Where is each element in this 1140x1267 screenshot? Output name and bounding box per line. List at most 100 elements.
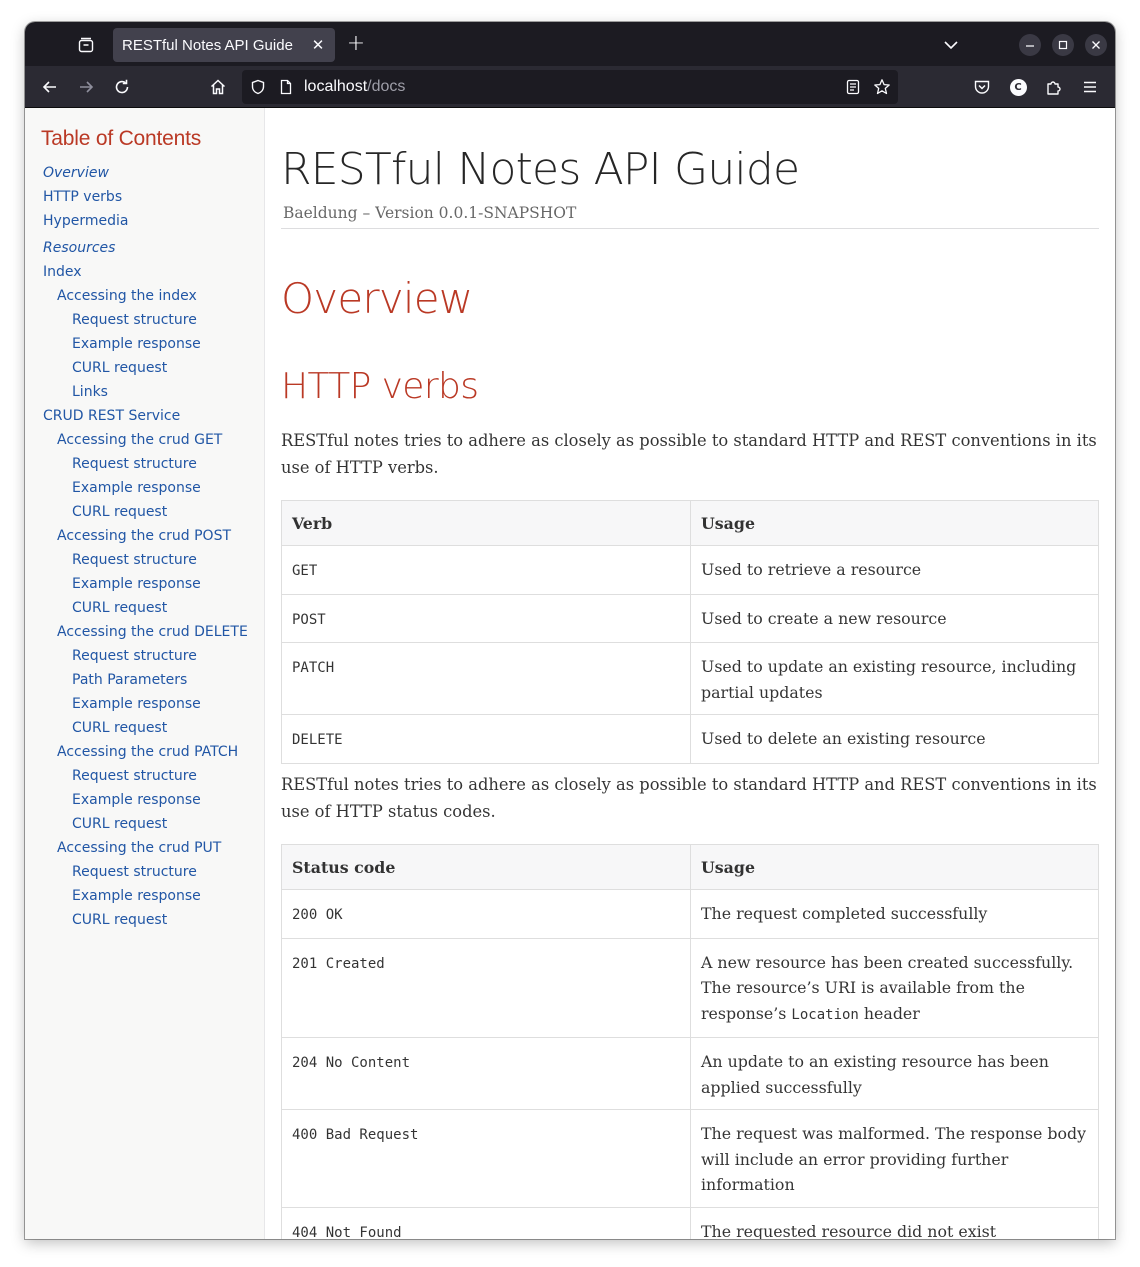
- account-button[interactable]: C: [1006, 75, 1030, 99]
- url-host: localhost: [304, 78, 368, 95]
- toc-link[interactable]: Example response: [72, 480, 201, 496]
- toc-link[interactable]: Example response: [72, 576, 201, 592]
- close-window-button[interactable]: [1085, 34, 1107, 56]
- verb-cell: GET: [281, 545, 691, 595]
- toc-link[interactable]: Resources: [43, 240, 115, 256]
- table-row: 404 Not Found The requested resource did…: [281, 1206, 1099, 1239]
- back-button[interactable]: [38, 75, 62, 99]
- toc-link[interactable]: Request structure: [72, 312, 197, 328]
- toc-link[interactable]: Accessing the crud PUT: [57, 840, 221, 856]
- usage-cell: An update to an existing resource has be…: [690, 1037, 1099, 1110]
- overview-heading: Overview: [281, 274, 473, 323]
- http-verbs-table: Verb Usage GET Used to retrieve a resour…: [281, 500, 1099, 764]
- toc-link[interactable]: Example response: [72, 336, 201, 352]
- verb-cell: DELETE: [281, 714, 691, 764]
- toc-link[interactable]: CRUD REST Service: [43, 408, 180, 424]
- home-button[interactable]: [206, 75, 230, 99]
- verbs-intro-paragraph: RESTful notes tries to adhere as closely…: [281, 431, 1097, 477]
- navigation-toolbar: localhost/docs C: [25, 66, 1115, 108]
- verb-cell: PATCH: [281, 642, 691, 715]
- toc-link[interactable]: Hypermedia: [43, 213, 128, 229]
- hamburger-menu-icon: [1084, 81, 1096, 93]
- table-header-row: Status code Usage: [281, 844, 1099, 890]
- toc-link[interactable]: Links: [72, 384, 108, 400]
- status-code-cell: 400 Bad Request: [281, 1109, 691, 1208]
- toc-link[interactable]: Request structure: [72, 648, 197, 664]
- menu-button[interactable]: [1078, 75, 1102, 99]
- pocket-icon: [974, 80, 990, 94]
- firefox-view-button[interactable]: [75, 34, 97, 56]
- status-code-cell: 200 OK: [281, 889, 691, 939]
- new-tab-button[interactable]: +: [345, 33, 367, 56]
- usage-cell: Used to create a new resource: [690, 593, 1099, 643]
- list-all-tabs-button[interactable]: [941, 35, 961, 55]
- toc-link[interactable]: Example response: [72, 696, 201, 712]
- toc-link[interactable]: CURL request: [72, 504, 167, 520]
- header-divider: [281, 228, 1099, 229]
- http-verbs-heading: HTTP verbs: [281, 366, 479, 407]
- reload-button[interactable]: [110, 75, 134, 99]
- toc-link[interactable]: CURL request: [72, 360, 167, 376]
- toc-link[interactable]: Request structure: [72, 768, 197, 784]
- status-intro-paragraph: RESTful notes tries to adhere as closely…: [281, 775, 1097, 821]
- toc-link[interactable]: Accessing the crud DELETE: [57, 624, 248, 640]
- table-header-row: Verb Usage: [281, 500, 1099, 546]
- toc-link[interactable]: Example response: [72, 888, 201, 904]
- usage-column-header: Usage: [690, 500, 1099, 546]
- avatar-initial: C: [1014, 81, 1022, 93]
- toc-link[interactable]: Example response: [72, 792, 201, 808]
- tab-strip: RESTful Notes API Guide ✕ +: [25, 22, 1115, 66]
- toc-link[interactable]: Index: [43, 264, 82, 280]
- toc-link[interactable]: Overview: [43, 165, 109, 181]
- tab-close-icon[interactable]: ✕: [309, 36, 327, 54]
- table-row: 201 Created A new resource has been crea…: [281, 937, 1099, 1038]
- reader-view-icon[interactable]: [845, 79, 861, 95]
- maximize-button[interactable]: [1052, 34, 1074, 56]
- table-of-contents: Table of Contents Overview HTTP verbs Hype…: [25, 108, 265, 1239]
- toc-link[interactable]: CURL request: [72, 720, 167, 736]
- verb-cell: POST: [281, 593, 691, 643]
- document-details: Baeldung – Version 0.0.1-SNAPSHOT: [283, 204, 577, 222]
- toc-link[interactable]: HTTP verbs: [43, 189, 122, 205]
- url-path: /docs: [367, 78, 406, 95]
- table-row: PATCH Used to update an existing resourc…: [281, 642, 1099, 715]
- arrow-right-icon: [80, 81, 94, 93]
- status-code-column-header: Status code: [281, 844, 691, 890]
- toc-link[interactable]: Accessing the crud GET: [57, 432, 222, 448]
- toc-link[interactable]: Request structure: [72, 552, 197, 568]
- close-icon: [1092, 41, 1100, 49]
- usage-cell: Used to delete an existing resource: [690, 714, 1099, 764]
- usage-cell: A new resource has been created successf…: [690, 937, 1099, 1038]
- toc-link[interactable]: Request structure: [72, 864, 197, 880]
- bookmark-star-icon[interactable]: [873, 78, 891, 96]
- reload-icon: [115, 79, 129, 94]
- page-icon: [280, 79, 292, 95]
- toc-link[interactable]: CURL request: [72, 600, 167, 616]
- toc-link[interactable]: CURL request: [72, 816, 167, 832]
- forward-button[interactable]: [74, 75, 98, 99]
- url-bar[interactable]: localhost/docs: [242, 70, 898, 104]
- usage-cell: Used to retrieve a resource: [690, 545, 1099, 595]
- toc-link[interactable]: Accessing the index: [57, 288, 197, 304]
- toc-link[interactable]: CURL request: [72, 912, 167, 928]
- avatar: C: [1009, 78, 1027, 96]
- minimize-button[interactable]: [1019, 34, 1041, 56]
- usage-cell: The requested resource did not exist: [690, 1206, 1099, 1239]
- toc-link[interactable]: Path Parameters: [72, 672, 187, 688]
- document-title: RESTful Notes API Guide: [281, 144, 800, 195]
- maximize-icon: [1058, 40, 1068, 50]
- pocket-button[interactable]: [970, 75, 994, 99]
- toc-link[interactable]: Accessing the crud POST: [57, 528, 231, 544]
- toc-title: Table of Contents: [41, 127, 202, 150]
- table-row: DELETE Used to delete an existing resour…: [281, 714, 1099, 764]
- extensions-button[interactable]: [1042, 75, 1066, 99]
- status-code-cell: 201 Created: [281, 937, 691, 1038]
- location-header-code: Location: [791, 1006, 859, 1023]
- table-row: 400 Bad Request The request was malforme…: [281, 1109, 1099, 1208]
- toc-link[interactable]: Request structure: [72, 456, 197, 472]
- url-text: localhost/docs: [304, 78, 405, 96]
- toc-link[interactable]: Accessing the crud PATCH: [57, 744, 238, 760]
- status-code-cell: 204 No Content: [281, 1037, 691, 1110]
- active-tab[interactable]: RESTful Notes API Guide ✕: [113, 28, 335, 62]
- table-row: 204 No Content An update to an existing …: [281, 1037, 1099, 1110]
